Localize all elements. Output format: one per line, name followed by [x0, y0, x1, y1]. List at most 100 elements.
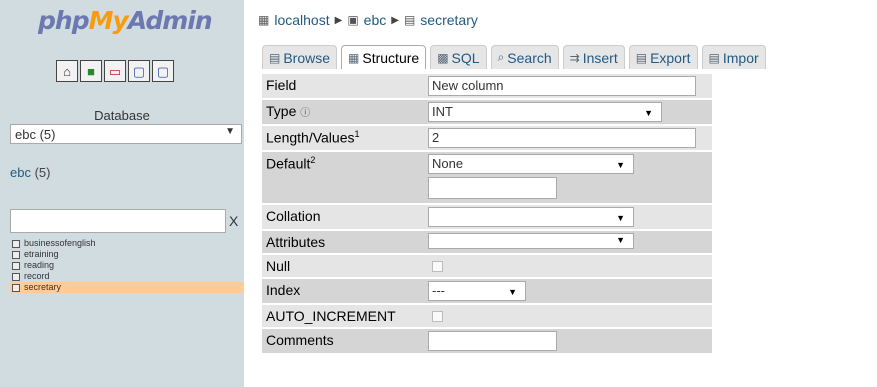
tab-structure[interactable]: ▦ Structure [341, 45, 427, 69]
index-label: Index [262, 279, 422, 303]
attributes-label: Attributes [262, 231, 422, 253]
add-column-form: Field New column Type ⓘ INT ▼ Length/Valu… [262, 74, 712, 355]
tab-sql[interactable]: ▩ SQL [430, 45, 487, 69]
field-name-input[interactable]: New column [428, 76, 696, 96]
type-label-cell: Type ⓘ [262, 100, 422, 124]
export-icon: ▤ [635, 50, 648, 65]
type-select-value: INT [432, 104, 453, 119]
tab-label: Export [650, 49, 691, 66]
clear-filter-button[interactable]: X [229, 213, 238, 229]
table-icon [12, 239, 20, 248]
query-icon[interactable]: ▭ [104, 60, 126, 82]
database-select[interactable]: ebc (5) ▼ [10, 124, 242, 144]
help-icon[interactable]: ⓘ [300, 108, 310, 119]
tab-import[interactable]: ▤ Impor [701, 45, 766, 69]
default-label-cell: Default2 [262, 152, 422, 203]
type-select[interactable]: INT ▼ [428, 102, 662, 122]
row-default: Default2 None ▼ [262, 152, 712, 205]
table-item-label: record [24, 271, 50, 281]
table-item-etraining[interactable]: etraining [10, 249, 244, 260]
breadcrumb-table[interactable]: secretary [420, 12, 478, 28]
server-icon: ▦ [258, 13, 270, 27]
breadcrumb: ▦ localhost ▶ ▣ ebc ▶ ▤ secretary [258, 12, 478, 28]
comments-label: Comments [262, 329, 422, 353]
field-label: Field [262, 74, 422, 98]
null-label: Null [262, 255, 422, 277]
default-value-input[interactable] [428, 177, 557, 199]
breadcrumb-server[interactable]: localhost [274, 12, 329, 28]
chevron-right-icon: ▶ [391, 14, 399, 26]
tab-label: Structure [362, 49, 420, 66]
default-select-value: None [432, 156, 464, 171]
auto-increment-label: AUTO_INCREMENT [262, 305, 422, 327]
database-link-name: ebc [10, 165, 31, 180]
browse-icon: ▤ [269, 50, 281, 65]
length-label-cell: Length/Values1 [262, 126, 422, 150]
table-icon [12, 283, 20, 292]
tab-search[interactable]: ⌕ Search [490, 45, 559, 69]
tab-insert[interactable]: ⇉ Insert [562, 45, 625, 69]
database-link-count: (5) [30, 165, 51, 180]
chevron-down-icon: ▼ [508, 287, 517, 297]
sql-icon[interactable]: ■ [80, 60, 102, 82]
length-label: Length/Values [266, 129, 355, 146]
length-footnote: 1 [354, 129, 360, 139]
row-attributes: Attributes ▼ [262, 231, 712, 255]
table-item-label: reading [24, 260, 55, 270]
tab-export[interactable]: ▤ Export [628, 45, 698, 69]
database-label: Database [94, 108, 150, 123]
nav-icon-row: ⌂ ■ ▭ ▢ ▢ [56, 60, 174, 86]
chevron-down-icon: ▼ [616, 160, 625, 170]
database-select-value: ebc (5) [15, 127, 56, 142]
structure-icon: ▦ [348, 50, 360, 65]
index-select[interactable]: --- ▼ [428, 281, 526, 301]
insert-icon: ⇉ [569, 50, 580, 65]
breadcrumb-database[interactable]: ebc [364, 12, 387, 28]
logo-text-admin: Admin [127, 6, 213, 35]
logo-text-my: My [88, 6, 129, 35]
table-item-label: secretary [24, 282, 62, 292]
phpmyadmin-logo[interactable]: phpMyAdmin [38, 6, 213, 42]
table-item-record[interactable]: record [10, 271, 244, 282]
database-link[interactable]: ebc (5) [10, 165, 50, 180]
tab-label: Search [507, 49, 552, 66]
search-icon: ⌕ [497, 50, 505, 64]
chevron-down-icon: ▼ [616, 213, 625, 223]
row-auto-increment: AUTO_INCREMENT [262, 305, 712, 329]
row-collation: Collation ▼ [262, 205, 712, 231]
tab-browse[interactable]: ▤ Browse [262, 45, 338, 69]
table-icon: ▤ [403, 13, 416, 27]
collation-label: Collation [262, 205, 422, 229]
row-field: Field New column [262, 74, 712, 100]
row-type: Type ⓘ INT ▼ [262, 100, 712, 126]
table-item-reading[interactable]: reading [10, 260, 244, 271]
null-checkbox[interactable] [432, 261, 443, 272]
row-comments: Comments [262, 329, 712, 355]
import-icon: ▤ [708, 50, 720, 65]
table-item-secretary[interactable]: secretary [10, 282, 244, 293]
collation-select[interactable]: ▼ [428, 207, 634, 227]
comments-input[interactable] [428, 331, 557, 351]
auto-increment-checkbox[interactable] [432, 311, 443, 322]
row-null: Null [262, 255, 712, 279]
length-values-input[interactable]: 2 [428, 128, 696, 148]
chevron-right-icon: ▶ [334, 14, 343, 26]
table-list: businessofenglish etraining reading reco… [10, 238, 244, 293]
tab-label: Impor [722, 49, 759, 66]
table-item-label: businessofenglish [24, 238, 96, 248]
chevron-down-icon: ▼ [616, 235, 625, 245]
attributes-select[interactable]: ▼ [428, 233, 634, 249]
docs-icon[interactable]: ▢ [128, 60, 150, 82]
chevron-down-icon: ▼ [644, 108, 653, 118]
row-index: Index --- ▼ [262, 279, 712, 305]
table-item-businessofenglish[interactable]: businessofenglish [10, 238, 244, 249]
default-select[interactable]: None ▼ [428, 154, 634, 174]
table-icon [12, 272, 20, 281]
table-icon [12, 250, 20, 259]
table-filter-input[interactable] [10, 209, 226, 233]
home-icon[interactable]: ⌂ [56, 60, 78, 82]
row-length: Length/Values1 2 [262, 126, 712, 152]
default-footnote: 2 [310, 155, 316, 165]
settings-icon[interactable]: ▢ [152, 60, 174, 82]
type-label: Type [266, 103, 297, 119]
